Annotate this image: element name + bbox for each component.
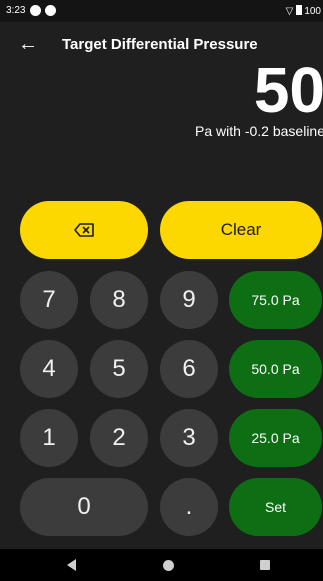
digit-7-button[interactable]: 7 xyxy=(20,271,78,329)
system-nav-bar xyxy=(0,549,323,581)
digit-8-button[interactable]: 8 xyxy=(90,271,148,329)
nav-recents-icon[interactable] xyxy=(260,560,270,570)
notification-dot-icon xyxy=(45,5,56,16)
backspace-icon xyxy=(74,223,94,237)
digit-2-button[interactable]: 2 xyxy=(90,409,148,467)
preset-75-button[interactable]: 75.0 Pa xyxy=(229,271,322,329)
page-title: Target Differential Pressure xyxy=(62,36,258,53)
notification-dot-icon xyxy=(30,5,41,16)
pressure-display-subtitle: Pa with -0.2 baseline xyxy=(195,123,323,139)
nav-back-icon[interactable] xyxy=(67,559,76,571)
digit-4-button[interactable]: 4 xyxy=(20,340,78,398)
status-time: 3:23 xyxy=(6,5,26,16)
digit-5-button[interactable]: 5 xyxy=(90,340,148,398)
app-screen: 3:23 ▽ 100 ← Target Differential Pressure… xyxy=(0,0,323,581)
digit-9-button[interactable]: 9 xyxy=(160,271,218,329)
wifi-icon: ▽ xyxy=(285,6,294,17)
set-button[interactable]: Set xyxy=(229,478,322,536)
backspace-button[interactable] xyxy=(20,201,148,259)
battery-icon xyxy=(296,5,303,15)
preset-25-button[interactable]: 25.0 Pa xyxy=(229,409,322,467)
digit-0-button[interactable]: 0 xyxy=(20,478,148,536)
status-bar: 3:23 ▽ 100 xyxy=(0,0,323,22)
clear-button[interactable]: Clear xyxy=(160,201,322,259)
battery-level: 100 xyxy=(304,6,321,17)
status-right-group: ▽ 100 xyxy=(286,5,321,17)
digit-6-button[interactable]: 6 xyxy=(160,340,218,398)
nav-home-icon[interactable] xyxy=(163,560,174,571)
decimal-point-button[interactable]: . xyxy=(160,478,218,536)
digit-1-button[interactable]: 1 xyxy=(20,409,78,467)
digit-3-button[interactable]: 3 xyxy=(160,409,218,467)
pressure-display-value: 50 xyxy=(253,54,323,126)
preset-50-button[interactable]: 50.0 Pa xyxy=(229,340,322,398)
back-arrow-icon[interactable]: ← xyxy=(18,32,38,56)
